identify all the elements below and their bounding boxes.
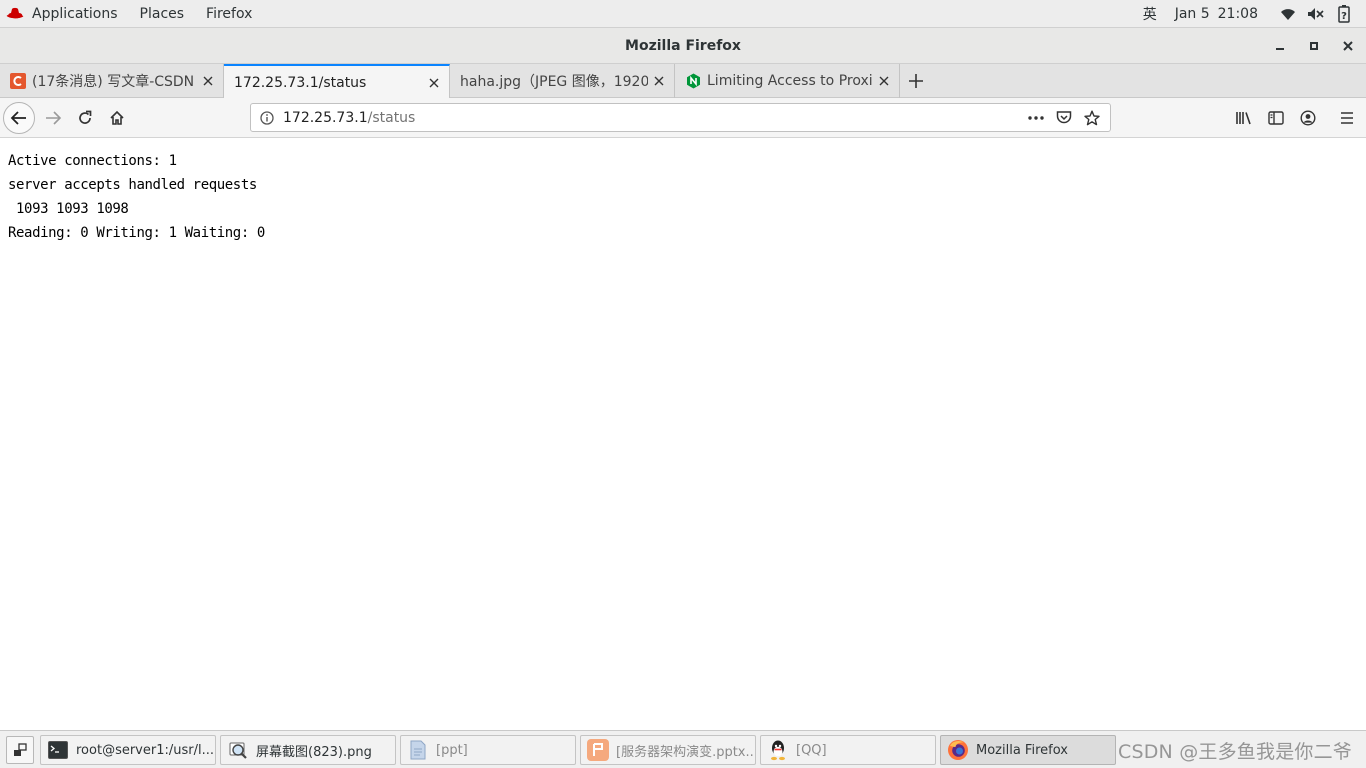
task-label: [ppt] — [436, 742, 468, 758]
task-image-viewer[interactable]: 屏幕截图(823).png — [220, 735, 396, 765]
server-header-line: server accepts handled requests — [8, 177, 257, 193]
applications-label: Applications — [32, 5, 118, 22]
places-label: Places — [139, 5, 185, 22]
gnome-top-bar: Applications Places Firefox 英 Jan 5 21:0… — [0, 0, 1366, 28]
page-content: Active connections: 1 server accepts han… — [0, 139, 1366, 730]
maximize-icon — [1310, 42, 1318, 50]
back-button[interactable] — [3, 102, 35, 134]
tab-label: 172.25.73.1/status — [234, 74, 367, 91]
account-icon — [1300, 110, 1316, 126]
pocket-icon[interactable] — [1050, 104, 1078, 131]
redhat-icon — [6, 7, 24, 18]
tab-label: (17条消息) 写文章-CSDN — [32, 74, 195, 90]
task-label: Mozilla Firefox — [976, 742, 1068, 758]
firefox-app-menu[interactable]: Firefox — [195, 0, 263, 28]
task-presentation[interactable]: [服务器架构演变.pptx... — [580, 735, 756, 765]
new-tab-button[interactable] — [900, 64, 932, 98]
plus-icon — [909, 74, 923, 88]
tab-close-icon[interactable] — [423, 72, 445, 94]
tab-close-icon[interactable] — [197, 70, 219, 92]
tab-nginx-docs[interactable]: Limiting Access to Proxied — [675, 64, 900, 98]
csdn-icon — [10, 73, 26, 89]
maximize-button[interactable] — [1297, 28, 1331, 64]
clock-date[interactable]: Jan 5 — [1175, 6, 1210, 22]
battery-unknown-icon[interactable]: ? — [1334, 4, 1354, 24]
address-bar[interactable]: 172.25.73.1/status — [250, 103, 1111, 132]
firefox-app-label: Firefox — [206, 5, 253, 22]
minimize-button[interactable] — [1263, 28, 1297, 64]
hamburger-icon — [1341, 112, 1353, 124]
task-firefox[interactable]: Mozilla Firefox — [940, 735, 1116, 765]
applications-menu[interactable]: Applications — [0, 0, 129, 28]
back-arrow-icon — [10, 111, 26, 125]
site-info-icon[interactable] — [251, 104, 283, 131]
svg-text:?: ? — [1341, 11, 1347, 22]
account-button[interactable] — [1292, 102, 1324, 134]
forward-button[interactable] — [37, 102, 69, 134]
tab-close-icon[interactable] — [873, 70, 895, 92]
firefox-icon — [947, 739, 969, 761]
library-icon — [1236, 112, 1251, 125]
active-connections-line: Active connections: 1 — [8, 153, 185, 169]
show-desktop-icon — [14, 743, 27, 756]
volume-muted-icon[interactable] — [1306, 4, 1326, 24]
reload-icon — [79, 110, 92, 124]
close-icon — [1343, 41, 1353, 51]
file-icon — [407, 739, 429, 761]
reload-button[interactable] — [69, 102, 101, 134]
clock-time[interactable]: 21:08 — [1218, 6, 1258, 22]
tab-status[interactable]: 172.25.73.1/status — [224, 64, 450, 99]
home-icon — [110, 110, 124, 125]
places-menu[interactable]: Places — [129, 0, 196, 28]
url-host: 172.25.73.1 — [283, 109, 368, 126]
app-menu-button[interactable] — [1331, 102, 1363, 134]
task-terminal[interactable]: root@server1:/usr/l... — [40, 735, 216, 765]
home-button[interactable] — [101, 102, 133, 134]
input-method-indicator[interactable]: 英 — [1143, 4, 1157, 24]
task-label: root@server1:/usr/l... — [76, 742, 214, 758]
window-title-bar[interactable]: Mozilla Firefox — [0, 28, 1366, 64]
close-window-button[interactable] — [1331, 28, 1365, 64]
tab-close-icon[interactable] — [648, 70, 670, 92]
bookmark-star-icon[interactable] — [1078, 104, 1106, 131]
status-output: Active connections: 1 server accepts han… — [0, 139, 1366, 255]
task-label: [服务器架构演变.pptx... — [616, 744, 755, 760]
sidebar-toggle-button[interactable] — [1260, 102, 1292, 134]
library-button[interactable] — [1228, 102, 1260, 134]
tab-csdn[interactable]: (17条消息) 写文章-CSDN — [0, 64, 224, 98]
forward-arrow-icon — [46, 111, 62, 125]
csdn-watermark: CSDN @王多鱼我是你二爷 — [1118, 741, 1353, 763]
task-label: [QQ] — [796, 742, 827, 758]
task-label: 屏幕截图(823).png — [256, 744, 372, 760]
image-viewer-icon — [227, 739, 249, 761]
tab-haha-jpg[interactable]: haha.jpg（JPEG 图像，1920× — [450, 64, 675, 98]
task-ppt-folder[interactable]: [ppt] — [400, 735, 576, 765]
qq-icon — [767, 739, 789, 761]
url-path: /status — [367, 109, 416, 126]
window-title: Mozilla Firefox — [625, 37, 741, 54]
server-counts-line: 1093 1093 1098 — [8, 201, 137, 217]
wifi-icon[interactable] — [1278, 4, 1298, 24]
terminal-icon — [47, 739, 69, 761]
tab-strip: (17条消息) 写文章-CSDN 172.25.73.1/status haha… — [0, 64, 1366, 99]
presentation-icon — [587, 739, 609, 761]
url-text[interactable]: 172.25.73.1/status — [283, 110, 415, 126]
rw-status-line: Reading: 0 Writing: 1 Waiting: 0 — [8, 225, 273, 241]
navigation-toolbar: 172.25.73.1/status — [0, 98, 1366, 138]
tab-label: haha.jpg（JPEG 图像，1920× — [460, 74, 648, 90]
window-list-taskbar: root@server1:/usr/l... 屏幕截图(823).png [pp… — [0, 730, 1366, 768]
task-qq[interactable]: [QQ] — [760, 735, 936, 765]
page-actions-icon[interactable] — [1022, 104, 1050, 131]
tab-label: Limiting Access to Proxied — [707, 73, 873, 89]
nginx-icon — [685, 73, 701, 89]
minimize-icon — [1276, 48, 1284, 50]
sidebar-icon — [1268, 111, 1284, 125]
show-desktop-button[interactable] — [6, 736, 34, 764]
